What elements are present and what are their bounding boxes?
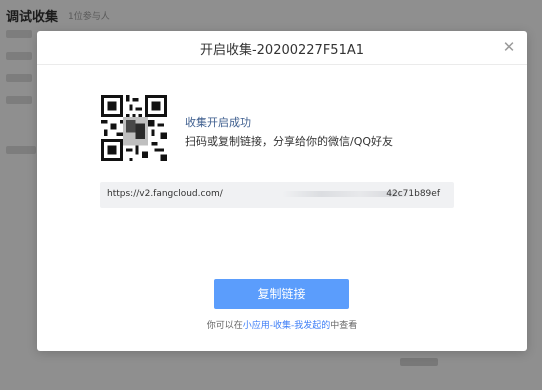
- close-icon[interactable]: ✕: [501, 39, 517, 55]
- dialog-title: 开启收集-20200227F51A1: [199, 43, 365, 58]
- start-collection-dialog: 开启收集-20200227F51A1 ✕ 收集开启成功 扫码或复制链接，分享给你…: [37, 31, 527, 351]
- success-title: 收集开启成功: [185, 116, 251, 129]
- dialog-header: 开启收集-20200227F51A1 ✕: [37, 31, 527, 65]
- share-link-prefix: https://v2.fangcloud.com/: [107, 189, 223, 199]
- my-collections-link[interactable]: 小应用-收集-我发起的: [243, 321, 331, 331]
- copy-link-button[interactable]: 复制链接: [214, 279, 349, 309]
- success-description: 扫码或复制链接，分享给你的微信/QQ好友: [185, 135, 394, 148]
- hint-prefix: 你可以在: [206, 321, 243, 331]
- qr-code-image: [101, 95, 167, 161]
- hint-suffix: 中查看: [330, 321, 358, 331]
- view-location-hint: 你可以在小应用-收集-我发起的中查看: [37, 318, 527, 331]
- share-link-suffix: 42c71b89ef: [386, 189, 440, 199]
- share-link-field[interactable]: https://v2.fangcloud.com/ 42c71b89ef: [100, 182, 454, 208]
